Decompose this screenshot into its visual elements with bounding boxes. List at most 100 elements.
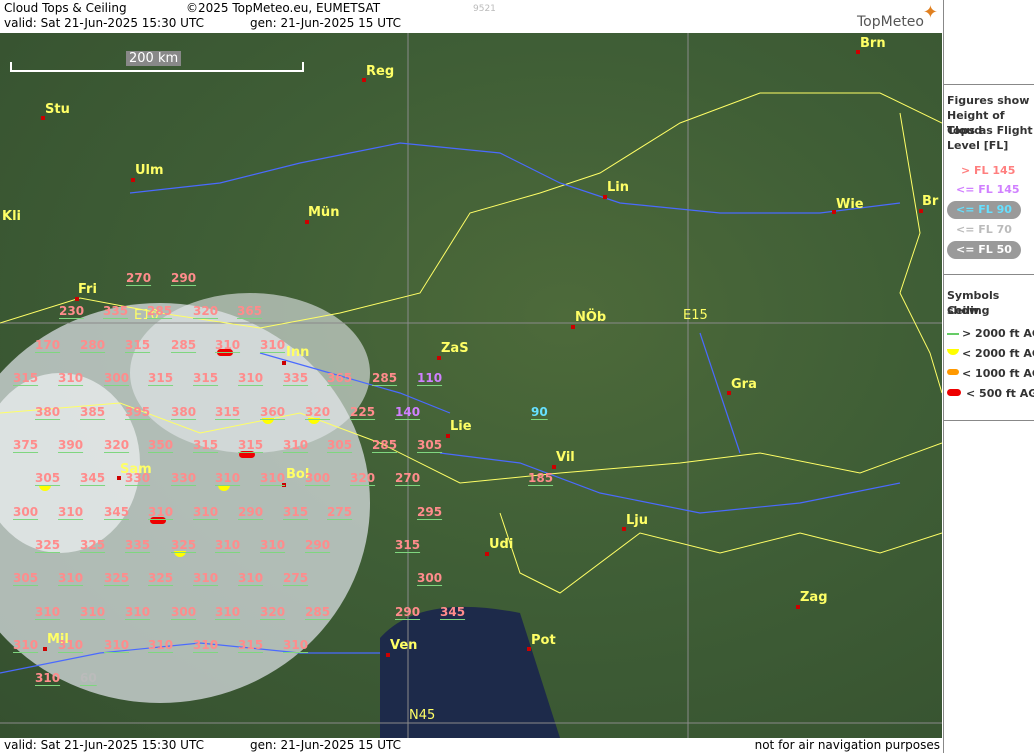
city-dot (603, 195, 607, 199)
legend-panel: Figures show Height of Cloud Tops as Fli… (943, 0, 1034, 753)
flight-level-label: 380 (171, 405, 197, 419)
flight-level-label: 285 (372, 371, 398, 385)
map-title: Cloud Tops & Ceiling (4, 1, 127, 15)
flight-level-label: 315 (148, 371, 174, 385)
satellite-map[interactable]: 200 km Brn Reg Stu Ulm Kli Mün Lin Wie B… (0, 33, 942, 738)
city-dot (796, 605, 800, 609)
city-label: Stu (45, 102, 70, 117)
flight-level-label: 310 (238, 371, 264, 385)
flight-level-label: 325 (171, 538, 197, 552)
city-dot (305, 220, 309, 224)
flight-level-label: 185 (528, 471, 554, 485)
city-label: Gra (731, 377, 757, 392)
flight-level-label: 300 (104, 371, 130, 385)
flight-level-label: 330 (171, 471, 197, 485)
flight-level-label: 310 (35, 671, 61, 685)
flight-level-label: 335 (103, 304, 129, 318)
legend-item-gt-fl145: > FL 145 (961, 164, 1016, 177)
flight-level-label: 285 (171, 338, 197, 352)
flight-level-label: 385 (80, 405, 106, 419)
flight-level-label: 335 (283, 371, 309, 385)
ceiling-orange-icon (947, 369, 959, 375)
flight-level-label: 320 (193, 304, 219, 318)
legend-item-le-fl70: <= FL 70 (956, 223, 1012, 236)
city-dot (282, 361, 286, 365)
flight-level-label: 275 (283, 571, 309, 585)
flight-level-label: 305 (13, 571, 39, 585)
flight-level-label: 365 (237, 304, 263, 318)
flight-level-label: 365 (327, 371, 353, 385)
city-label: Lie (450, 419, 472, 434)
cloud-tops-legend: Figures show Height of Cloud Tops as Fli… (944, 84, 1034, 275)
flight-level-label: 310 (260, 538, 286, 552)
flight-level-label: 310 (193, 571, 219, 585)
flight-level-label: 325 (35, 538, 61, 552)
legend-item-le-fl145: <= FL 145 (956, 183, 1020, 196)
legend-title-line: Tops as Flight (947, 124, 1033, 137)
legend-ceiling-lt500: < 500 ft AGL (966, 387, 1034, 400)
flight-level-label: 315 (395, 538, 421, 552)
city-label: Wie (836, 197, 864, 212)
city-label: Inn (286, 345, 310, 360)
map-overlay (0, 33, 942, 738)
legend-title-line: Figures show (947, 94, 1030, 107)
country-border (0, 92, 942, 329)
flight-level-label: 345 (440, 605, 466, 619)
flight-level-label: 285 (305, 605, 331, 619)
flight-level-label: 310 (215, 471, 241, 485)
flight-level-label: 335 (125, 538, 151, 552)
flight-level-label: 305 (35, 471, 61, 485)
flight-level-label: 310 (58, 505, 84, 519)
copyright: ©2025 TopMeteo.eu, EUMETSAT (186, 1, 381, 15)
city-label: Fri (78, 282, 97, 297)
flight-level-label: 300 (305, 471, 331, 485)
flight-level-label: 315 (215, 405, 241, 419)
flight-level-label: 310 (125, 605, 151, 619)
city-dot (75, 297, 79, 301)
flight-level-label: 310 (80, 605, 106, 619)
city-label: Ven (390, 638, 418, 653)
flight-level-label: 60 (80, 671, 97, 685)
flight-level-label: 270 (395, 471, 421, 485)
flight-level-label: 315 (283, 505, 309, 519)
image-code: 9521 (473, 4, 496, 14)
header: Cloud Tops & Ceiling ©2025 TopMeteo.eu, … (0, 0, 942, 32)
footer: valid: Sat 21-Jun-2025 15:30 UTC gen: 21… (0, 738, 942, 753)
flight-level-label: 325 (80, 538, 106, 552)
flight-level-label: 320 (350, 471, 376, 485)
city-label: ZaS (441, 341, 469, 356)
city-dot (919, 209, 923, 213)
city-dot (43, 647, 47, 651)
legend-title-line: Ceiling (947, 304, 990, 317)
flight-level-label: 290 (305, 538, 331, 552)
legend-item-le-fl50: <= FL 50 (956, 243, 1012, 256)
city-label: Udi (489, 537, 514, 552)
flight-level-label: 325 (104, 571, 130, 585)
flight-level-label: 345 (80, 471, 106, 485)
topmeteo-logo[interactable]: TopMeteo (857, 14, 924, 30)
city-label: E15 (683, 308, 708, 323)
flight-level-label: 325 (148, 571, 174, 585)
city-dot (386, 653, 390, 657)
city-label: Vil (556, 450, 575, 465)
flight-level-label: 310 (13, 638, 39, 652)
city-dot (485, 552, 489, 556)
flight-level-label: 270 (126, 271, 152, 285)
flight-level-label: 315 (193, 438, 219, 452)
flight-level-label: 320 (260, 605, 286, 619)
flight-level-label: 310 (35, 605, 61, 619)
flight-level-label: 310 (238, 571, 264, 585)
flight-level-label: 320 (104, 438, 130, 452)
city-label: Lin (607, 180, 629, 195)
flight-level-label: 230 (59, 304, 85, 318)
flight-level-label: 225 (350, 405, 376, 419)
legend-ceiling-lt1000: < 1000 ft AGL (962, 367, 1034, 380)
flight-level-label: 290 (171, 271, 197, 285)
flight-level-label: 310 (283, 638, 309, 652)
flight-level-label: 310 (148, 638, 174, 652)
flight-level-label: 140 (395, 405, 421, 419)
flight-level-label: 345 (104, 505, 130, 519)
river (129, 142, 901, 214)
flight-level-label: 380 (35, 405, 61, 419)
flight-level-label: 315 (238, 638, 264, 652)
